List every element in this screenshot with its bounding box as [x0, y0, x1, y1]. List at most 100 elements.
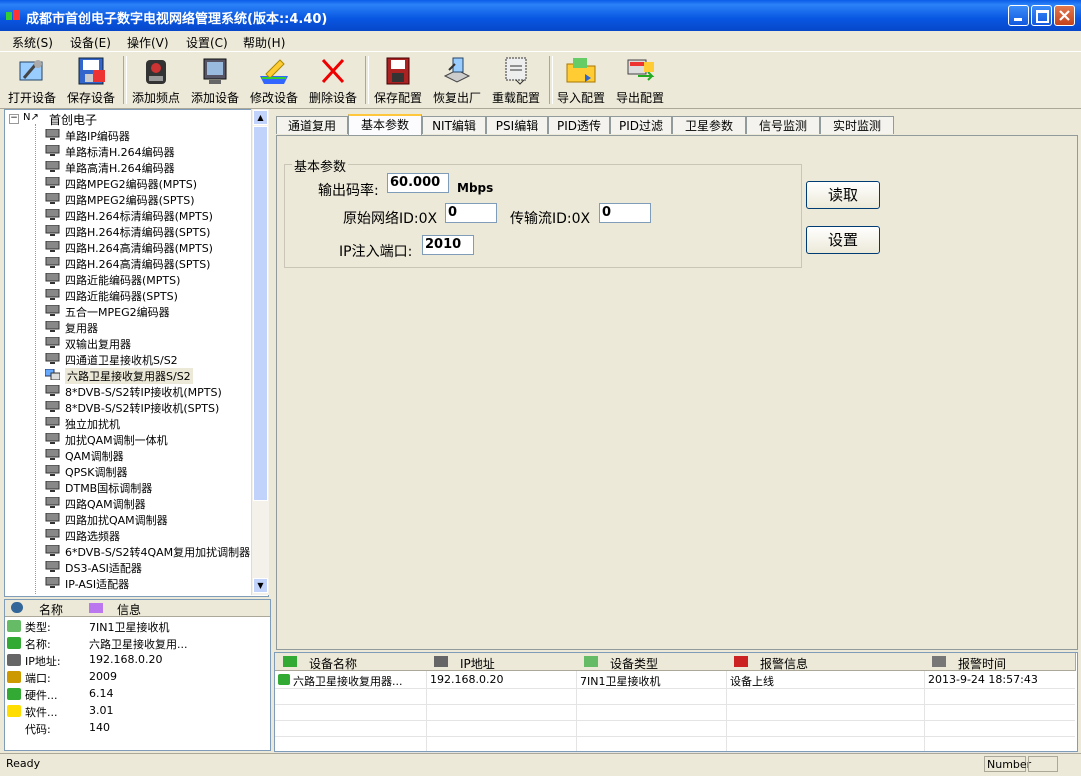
title-bar: 成都市首创电子数字电视网络管理系统(版本::4.40) — [0, 0, 1081, 31]
minimize-button[interactable] — [1008, 5, 1029, 26]
tab-5[interactable]: PID过滤 — [610, 116, 672, 134]
device-name-icon — [283, 656, 297, 667]
device-icon — [45, 241, 60, 252]
delete-device-button[interactable]: 删除设备 — [304, 54, 362, 106]
output-rate-unit: Mbps — [457, 181, 494, 195]
tree-item-label: 四路MPEG2编码器(MPTS) — [65, 178, 198, 191]
info-header-info: 信息 — [83, 600, 210, 617]
menu-system[interactable]: 系统(S) — [12, 34, 53, 51]
device-icon — [45, 545, 60, 556]
alarm-header-time[interactable]: 报警时间 — [924, 653, 1076, 671]
close-button[interactable] — [1054, 5, 1075, 26]
collapse-icon[interactable]: − — [9, 114, 19, 124]
tab-7[interactable]: 信号监测 — [746, 116, 820, 134]
edit-device-button[interactable]: 修改设备 — [245, 54, 303, 106]
menu-help[interactable]: 帮助(H) — [243, 34, 285, 51]
group-title: 基本参数 — [292, 156, 349, 175]
read-button[interactable]: 读取 — [806, 181, 880, 209]
tree-item-label: 复用器 — [65, 322, 98, 335]
device-icon — [45, 145, 60, 156]
tree-item-label: 六路卫星接收复用器S/S2 — [65, 368, 193, 384]
maximize-button[interactable] — [1031, 5, 1052, 26]
alarm-cell-device: 六路卫星接收复用器... — [293, 675, 403, 688]
scroll-up-button[interactable]: ▲ — [253, 110, 268, 125]
alarm-header-type[interactable]: 设备类型 — [576, 653, 727, 671]
tree-item-label: 四路近能编码器(SPTS) — [65, 290, 178, 303]
tree-item-label: 四路H.264高清编码器(SPTS) — [65, 258, 211, 271]
status-bar: Ready Number — [0, 753, 1081, 776]
add-device-button[interactable]: 添加设备 — [186, 54, 244, 106]
tree-item-label: 8*DVB-S/S2转IP接收机(MPTS) — [65, 386, 222, 399]
import-config-button[interactable]: 导入配置 — [552, 54, 610, 106]
tab-3[interactable]: PSI编辑 — [486, 116, 548, 134]
factory-reset-button[interactable]: 恢复出厂 — [428, 54, 486, 106]
close-icon — [1059, 10, 1070, 21]
menu-device[interactable]: 设备(E) — [70, 34, 111, 51]
info-row: 软件... 3.01 — [7, 703, 267, 719]
device-icon — [45, 257, 60, 268]
info-row: 名称: 六路卫星接收复用... — [7, 635, 267, 651]
ts-id-label: 传输流ID:0X — [510, 211, 591, 227]
open-device-icon — [16, 56, 48, 86]
info-row: IP地址: 192.168.0.20 — [7, 652, 267, 668]
save-config-button[interactable]: 保存配置 — [369, 54, 427, 106]
tree-item-label: 单路高清H.264编码器 — [65, 162, 175, 175]
tab-0[interactable]: 通道复用 — [276, 116, 348, 134]
device-icon — [45, 337, 60, 348]
device-tree[interactable]: − N↗ 首创电子 单路IP编码器 单路标清H.264编码器 单路高清H.264编码… — [4, 109, 269, 597]
device-info-panel: 名称 信息 类型: 7IN1卫星接收机 名称: 六路卫星接收复用... IP地址: 192… — [4, 599, 271, 751]
tree-item-label: 加扰QAM调制一体机 — [65, 434, 168, 447]
output-rate-input[interactable]: 60.000 — [387, 173, 449, 193]
type-icon — [7, 620, 21, 632]
set-button[interactable]: 设置 — [806, 226, 880, 254]
reload-config-button[interactable]: 重载配置 — [487, 54, 545, 106]
device-icon — [45, 449, 60, 460]
tree-item-label: 四路MPEG2编码器(SPTS) — [65, 194, 195, 207]
ip-port-input[interactable]: 2010 — [422, 235, 474, 255]
menu-operation[interactable]: 操作(V) — [127, 34, 169, 51]
tree-item-label: IP-ASI适配器 — [65, 578, 130, 591]
device-icon — [45, 577, 60, 588]
device-type-icon — [584, 656, 598, 667]
status-text: Ready — [6, 757, 41, 770]
tab-bar: 通道复用 基本参数 NIT编辑 PSI编辑 PID透传 PID过滤 卫星参数 信号监测 实时监测 — [276, 114, 1078, 136]
device-icon — [45, 561, 60, 572]
tab-2[interactable]: NIT编辑 — [422, 116, 486, 134]
tab-6[interactable]: 卫星参数 — [672, 116, 746, 134]
network-id-input[interactable]: 0 — [445, 203, 497, 223]
tab-8[interactable]: 实时监测 — [820, 116, 894, 134]
number-indicator: Number — [987, 758, 1032, 771]
window-title: 成都市首创电子数字电视网络管理系统(版本::4.40) — [26, 12, 328, 27]
device-icon — [45, 465, 60, 476]
save-device-button[interactable]: 保存设备 — [62, 54, 120, 106]
scroll-down-button[interactable]: ▼ — [253, 578, 268, 593]
import-config-icon — [565, 56, 597, 86]
scroll-thumb[interactable] — [253, 126, 268, 501]
tree-item-label: 单路标清H.264编码器 — [65, 146, 175, 159]
add-frequency-button[interactable]: 添加频点 — [127, 54, 185, 106]
device-icon — [45, 209, 60, 220]
menu-settings[interactable]: 设置(C) — [186, 34, 228, 51]
tab-4[interactable]: PID透传 — [548, 116, 610, 134]
tree-item-label: 四路QAM调制器 — [65, 498, 146, 511]
device-icon — [45, 481, 60, 492]
ip-port-label: IP注入端口: — [339, 244, 413, 260]
info-header-name: 名称 — [5, 600, 84, 617]
alarm-cell-time: 2013-9-24 18:57:43 — [928, 673, 1038, 686]
receiver-icon — [45, 369, 60, 380]
tab-1[interactable]: 基本参数 — [348, 114, 422, 136]
tree-item-label: 独立加扰机 — [65, 418, 120, 431]
hardware-icon — [7, 688, 21, 700]
device-icon — [45, 529, 60, 540]
ip-address-icon — [434, 656, 448, 667]
alarm-header-alarm[interactable]: 报警信息 — [726, 653, 925, 671]
alarm-header-ip[interactable]: IP地址 — [426, 653, 577, 671]
open-device-button[interactable]: 打开设备 — [3, 54, 61, 106]
ts-id-input[interactable]: 0 — [599, 203, 651, 223]
alarm-header-device[interactable]: 设备名称 — [275, 653, 427, 671]
tree-item-label: 单路IP编码器 — [65, 130, 130, 143]
tree-item-label: 8*DVB-S/S2转IP接收机(SPTS) — [65, 402, 220, 415]
tree-scrollbar[interactable]: ▲ ▼ — [251, 109, 269, 595]
export-config-button[interactable]: 导出配置 — [611, 54, 669, 106]
info-row: 硬件... 6.14 — [7, 686, 267, 702]
